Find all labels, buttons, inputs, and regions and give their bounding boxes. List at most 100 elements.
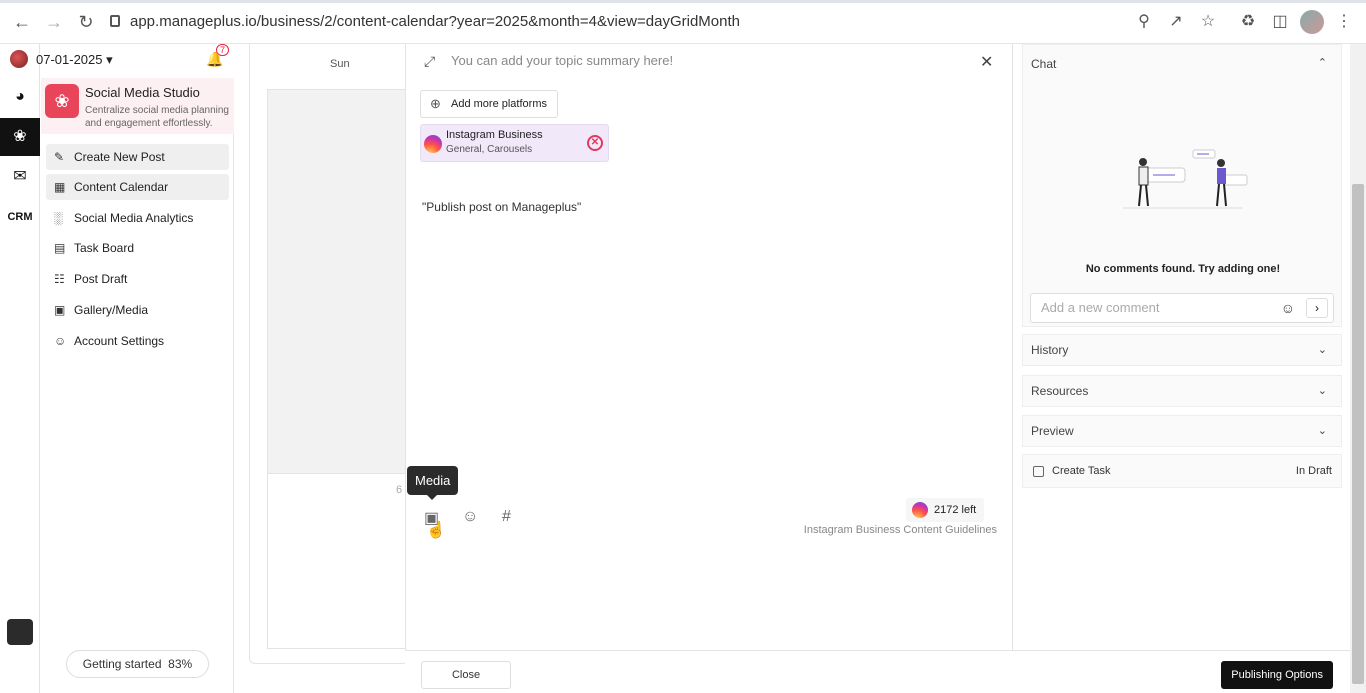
chevron-down-icon: ⌄ [1317, 385, 1327, 397]
add-platforms-label: Add more platforms [451, 98, 547, 110]
app-rail: ◕ ❀ ✉ CRM [0, 44, 40, 693]
draft-icon: ☷ [54, 272, 65, 286]
char-counter: 2172 left [906, 498, 985, 522]
instagram-icon [912, 502, 928, 518]
scrollbar[interactable] [1350, 44, 1366, 693]
chat-title: Chat [1031, 57, 1057, 71]
dashboard-icon[interactable]: ◕ [0, 78, 40, 116]
sidebar-item-content-calendar[interactable]: ▦ Content Calendar [46, 174, 229, 200]
url-text: app.manageplus.io/business/2/content-cal… [130, 13, 740, 30]
sidebar-item-create-new-post[interactable]: ✎ Create New Post [46, 144, 229, 170]
sidebar-item-account-settings[interactable]: ☺ Account Settings [46, 328, 229, 354]
hashtag-icon[interactable]: # [502, 508, 511, 526]
studio-header: ❀ Social Media Studio Centralize social … [41, 78, 234, 134]
back-icon[interactable]: ← [12, 12, 32, 32]
emoji-icon[interactable]: ☺ [462, 508, 478, 526]
add-platforms-button[interactable]: ⊕ Add more platforms [420, 90, 558, 118]
business-logo [10, 50, 28, 68]
chevron-up-icon[interactable]: ⌃ [1318, 56, 1327, 69]
sidebar-item-label: Create New Post [74, 150, 165, 164]
day-header-sun: Sun [330, 58, 350, 70]
forward-icon[interactable]: → [44, 12, 64, 32]
user-icon: ☺ [54, 334, 67, 348]
extensions-icon[interactable]: ♻ [1238, 12, 1258, 32]
emoji-icon[interactable]: ☺ [1281, 294, 1295, 322]
chevron-down-icon: ⌄ [1317, 425, 1327, 437]
platform-name: Instagram Business [446, 129, 543, 141]
gallery-icon: ▣ [54, 303, 66, 317]
chat-illustration [1123, 149, 1248, 209]
mail-icon[interactable]: ✉ [0, 158, 40, 196]
date-selector[interactable]: 07-01-2025 ▾ [10, 50, 113, 69]
social-studio-icon[interactable]: ❀ [0, 118, 40, 156]
create-task-row[interactable]: Create Task In Draft [1022, 454, 1342, 488]
platform-card[interactable]: Instagram Business General, Carousels ✕ [420, 124, 609, 162]
profile-avatar[interactable] [1300, 10, 1324, 34]
editor-footer: Close Publishing Options [405, 650, 1350, 693]
chat-panel: Chat ⌃ No comments found. Try adding one… [1022, 44, 1342, 327]
send-icon[interactable]: › [1306, 298, 1328, 318]
sidebar-item-social-media-analytics[interactable]: ░ Social Media Analytics [46, 205, 229, 231]
reload-icon[interactable]: ↻ [76, 12, 96, 32]
sidebar-item-gallery-media[interactable]: ▣ Gallery/Media [46, 297, 229, 323]
expand-icon[interactable]: ⤢ [424, 53, 435, 70]
no-comments-text: No comments found. Try adding one! [1085, 263, 1281, 275]
share-icon[interactable]: ↗ [1166, 12, 1186, 32]
comment-input[interactable]: Add a new comment ☺ › [1030, 293, 1334, 323]
sidebar-item-label: Post Draft [74, 272, 128, 286]
sidebar-item-label: Account Settings [74, 334, 165, 348]
studio-logo-icon: ❀ [45, 84, 79, 118]
right-panel: Chat ⌃ No comments found. Try adding one… [1012, 44, 1350, 650]
close-icon[interactable]: ✕ [980, 52, 993, 72]
create-task-checkbox[interactable] [1033, 466, 1044, 477]
topic-summary-input[interactable]: You can add your topic summary here! [451, 53, 673, 68]
sidebar: ❀ Social Media Studio Centralize social … [41, 78, 234, 693]
bell-icon[interactable]: 🔔 7 [206, 44, 230, 68]
sidepanel-icon[interactable]: ◫ [1270, 12, 1290, 32]
post-content[interactable]: "Publish post on Manageplus" [422, 200, 581, 214]
calendar-cell[interactable] [267, 89, 410, 474]
remove-platform-icon[interactable]: ✕ [587, 135, 603, 151]
zoom-icon[interactable]: ⚲ [1134, 12, 1154, 32]
sidebar-item-label: Gallery/Media [74, 303, 149, 317]
star-icon[interactable]: ☆ [1198, 12, 1218, 32]
date-label: 07-01-2025 [36, 52, 103, 67]
scrollbar-thumb[interactable] [1352, 184, 1364, 684]
task-board-icon: ▤ [54, 241, 66, 255]
resources-accordion[interactable]: Resources ⌄ [1022, 375, 1342, 407]
sidebar-item-post-draft[interactable]: ☷ Post Draft [46, 266, 229, 292]
lock-icon [110, 15, 120, 27]
history-label: History [1031, 343, 1069, 357]
preview-accordion[interactable]: Preview ⌄ [1022, 415, 1342, 447]
pointer-cursor-icon: ☝ [426, 522, 446, 539]
sidebar-item-label: Social Media Analytics [74, 211, 194, 225]
getting-started-label: Getting started [82, 657, 162, 671]
history-accordion[interactable]: History ⌄ [1022, 334, 1342, 366]
getting-started-percent: 83% [168, 657, 193, 671]
studio-title: Social Media Studio [85, 85, 200, 100]
close-button[interactable]: Close [421, 661, 511, 689]
chars-left-label: 2172 left [934, 504, 977, 516]
browser-toolbar: ← → ↻ app.manageplus.io/business/2/conte… [0, 0, 1366, 44]
create-post-icon: ✎ [54, 150, 65, 164]
sidebar-item-label: Content Calendar [74, 180, 169, 194]
sidebar-item-task-board[interactable]: ▤ Task Board [46, 235, 229, 261]
crm-icon[interactable]: CRM [0, 198, 40, 236]
platform-categories: General, Carousels [446, 144, 533, 155]
plus-circle-icon: ⊕ [430, 96, 441, 111]
create-task-label: Create Task [1052, 465, 1111, 477]
calendar-icon: ▦ [54, 180, 66, 194]
instagram-icon [424, 135, 442, 153]
post-editor: ⤢ You can add your topic summary here! ✕… [405, 44, 1012, 650]
chevron-down-icon: ⌄ [1317, 344, 1327, 356]
media-tooltip: Media [407, 466, 459, 500]
preview-label: Preview [1031, 424, 1074, 438]
more-menu-icon[interactable]: ⋮ [1334, 12, 1354, 32]
calendar-cell[interactable] [267, 474, 410, 649]
user-avatar[interactable] [7, 619, 33, 645]
address-bar[interactable]: app.manageplus.io/business/2/content-cal… [110, 10, 740, 34]
studio-subtitle: Centralize social media planning and eng… [85, 105, 229, 129]
publishing-options-button[interactable]: Publishing Options [1221, 661, 1333, 689]
content-guidelines-link[interactable]: Instagram Business Content Guidelines [804, 524, 997, 536]
getting-started-button[interactable]: Getting started 83% [66, 650, 209, 678]
